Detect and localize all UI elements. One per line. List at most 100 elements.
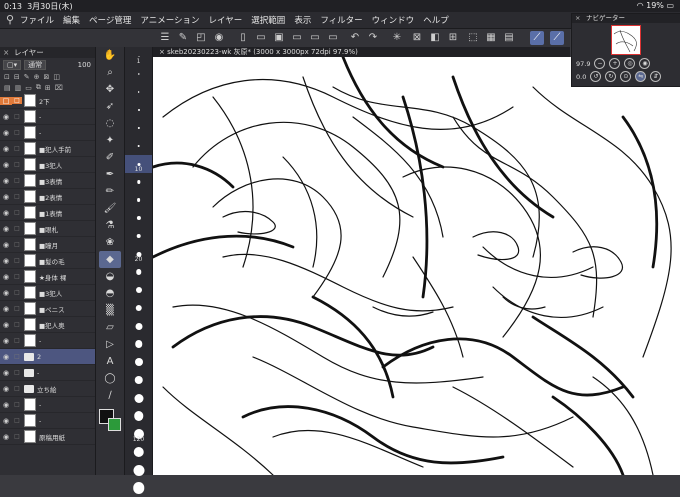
move-icon[interactable]: ✥	[99, 81, 121, 98]
layer-row[interactable]: ◉ □ -	[0, 333, 95, 349]
layer-lock-icon[interactable]: □	[12, 353, 22, 360]
document-tab[interactable]: × skeb20230223-wk 灰原* (3000 x 3000px 72d…	[153, 47, 570, 57]
zoom-out-icon[interactable]: −	[594, 58, 606, 69]
menu-item[interactable]: 編集	[63, 14, 80, 26]
brush-size-option[interactable]	[125, 101, 152, 119]
visibility-eye-icon[interactable]: ◉	[0, 305, 12, 313]
brush-size-option[interactable]	[125, 443, 152, 461]
menu-icon[interactable]: ☰	[158, 31, 172, 45]
background-color[interactable]	[108, 418, 121, 431]
reset-rotation-icon[interactable]: ⊙	[620, 71, 632, 82]
gradient-icon[interactable]: ▒	[99, 302, 121, 319]
layer-lock-icon[interactable]: □	[12, 161, 22, 168]
new-folder-icon[interactable]: ▭	[25, 84, 32, 92]
line-icon[interactable]: ∕	[99, 387, 121, 404]
layer-row[interactable]: ◉ □ ■眼札	[0, 221, 95, 237]
visibility-eye-icon[interactable]: ◉	[0, 193, 12, 201]
layer-lock-icon[interactable]: □	[12, 241, 22, 248]
auto-select-icon[interactable]: ✦	[99, 132, 121, 149]
eyedropper-icon[interactable]: ✐	[99, 149, 121, 166]
brush-size-option[interactable]	[125, 227, 152, 245]
rotation-value[interactable]: 0.0	[576, 73, 586, 81]
layer-lock-icon[interactable]: □	[12, 97, 22, 104]
frame-icon[interactable]: ▷	[99, 336, 121, 353]
brush-size-option[interactable]	[125, 173, 152, 191]
layer-row[interactable]: ◉ □ -	[0, 109, 95, 125]
zoom-in-icon[interactable]: +	[609, 58, 621, 69]
color-icon[interactable]: ◫	[53, 73, 60, 81]
brush-size-option[interactable]	[125, 209, 152, 227]
visibility-eye-icon[interactable]: ◉	[0, 353, 12, 361]
ref-icon[interactable]: ⊟	[14, 73, 20, 81]
copy-icon[interactable]: ⧉	[36, 83, 41, 92]
visibility-eye-icon[interactable]: ◉	[0, 369, 12, 377]
menu-item[interactable]: 表示	[294, 14, 311, 26]
brush-size-option[interactable]	[125, 407, 152, 425]
rotate-right-icon[interactable]: ↻	[605, 71, 617, 82]
save-icon[interactable]: ▣	[272, 31, 286, 45]
layer-folder-row[interactable]: ◉ □ -	[0, 365, 95, 381]
layer-lock-icon[interactable]: □	[12, 369, 22, 376]
visibility-eye-icon[interactable]: ◉	[0, 113, 12, 121]
visibility-eye-icon[interactable]: ◉	[0, 225, 12, 233]
brush-size-option[interactable]	[125, 137, 152, 155]
brush-icon[interactable]: 🖌	[99, 200, 121, 217]
merge-icon[interactable]: ⊞	[45, 84, 51, 92]
visibility-eye-icon[interactable]: ◉	[0, 273, 12, 281]
brush-size-option[interactable]	[125, 461, 152, 479]
eraser-icon[interactable]: ◆	[99, 251, 121, 268]
layer-row[interactable]: ◉ □ ■髪の毛	[0, 253, 95, 269]
visibility-eye-icon[interactable]: ◉	[0, 417, 12, 425]
layer-row[interactable]: ◉ □ ■ペニス	[0, 301, 95, 317]
actual-size-icon[interactable]: ◉	[639, 58, 651, 69]
layer-lock-icon[interactable]: □	[12, 177, 22, 184]
layer-lock-icon[interactable]: □	[12, 129, 22, 136]
flip-vertical-icon[interactable]: ⇵	[650, 71, 662, 82]
layer-property-icon[interactable]: ▢▾	[3, 59, 22, 70]
visibility-eye-icon[interactable]: ◉	[0, 177, 12, 185]
menu-item[interactable]: レイヤー	[209, 14, 243, 26]
ruler-snap-icon[interactable]: ⟋	[530, 31, 544, 45]
layer-lock-icon[interactable]: □	[12, 305, 22, 312]
brush-size-option[interactable]	[125, 389, 152, 407]
layer-row[interactable]: □ □ 2下	[0, 93, 95, 109]
show-icon[interactable]: ▤	[502, 31, 516, 45]
fill-icon[interactable]: ◧	[428, 31, 442, 45]
new-file-icon[interactable]: ▯	[236, 31, 250, 45]
brush-size-option[interactable]	[125, 191, 152, 209]
layer-lock-icon[interactable]: □	[12, 145, 22, 152]
brush-size-option[interactable]	[125, 335, 152, 353]
layer-lock-icon[interactable]: □	[12, 257, 22, 264]
layer-row[interactable]: ◉ □ -	[0, 397, 95, 413]
trash-icon[interactable]: ⌧	[55, 84, 63, 92]
blend-mode-select[interactable]: 通常	[24, 59, 47, 70]
figure-icon[interactable]: ▱	[99, 319, 121, 336]
brush-size-option[interactable]: 10	[125, 155, 152, 173]
layer-row[interactable]: ◉ □ ■2表情	[0, 189, 95, 205]
layer-lock-icon[interactable]: □	[12, 321, 22, 328]
new-vector-icon[interactable]: ▥	[15, 84, 22, 92]
tab-close-icon[interactable]: ×	[159, 48, 165, 56]
visibility-eye-icon[interactable]: □	[0, 96, 12, 105]
layer-row[interactable]: ◉ □ 原稿用紙	[0, 429, 95, 445]
hand-icon[interactable]: ✋	[99, 47, 121, 64]
undo-icon[interactable]: ↶	[348, 31, 362, 45]
visibility-eye-icon[interactable]: ◉	[0, 433, 12, 441]
visibility-eye-icon[interactable]: ◉	[0, 321, 12, 329]
transform-icon[interactable]: ⊞	[446, 31, 460, 45]
layer-lock-icon[interactable]: □	[12, 113, 22, 120]
layer-lock-icon[interactable]: □	[12, 417, 22, 424]
color-well[interactable]	[99, 409, 121, 433]
visibility-eye-icon[interactable]: ◉	[0, 129, 12, 137]
menu-item[interactable]: ページ管理	[89, 14, 131, 26]
brush-size-option[interactable]	[125, 281, 152, 299]
fit-icon[interactable]: ◎	[624, 58, 636, 69]
layer-row[interactable]: ◉ □ ■犯人手前	[0, 141, 95, 157]
visibility-eye-icon[interactable]: ◉	[0, 401, 12, 409]
visibility-eye-icon[interactable]: ◉	[0, 257, 12, 265]
folder-up-icon[interactable]: ▭	[326, 31, 340, 45]
brush-size-option[interactable]: 1	[125, 47, 152, 65]
blend-icon[interactable]: ◒	[99, 268, 121, 285]
lasso-icon[interactable]: ◌	[99, 115, 121, 132]
layer-row[interactable]: ◉ □ ■3表情	[0, 173, 95, 189]
